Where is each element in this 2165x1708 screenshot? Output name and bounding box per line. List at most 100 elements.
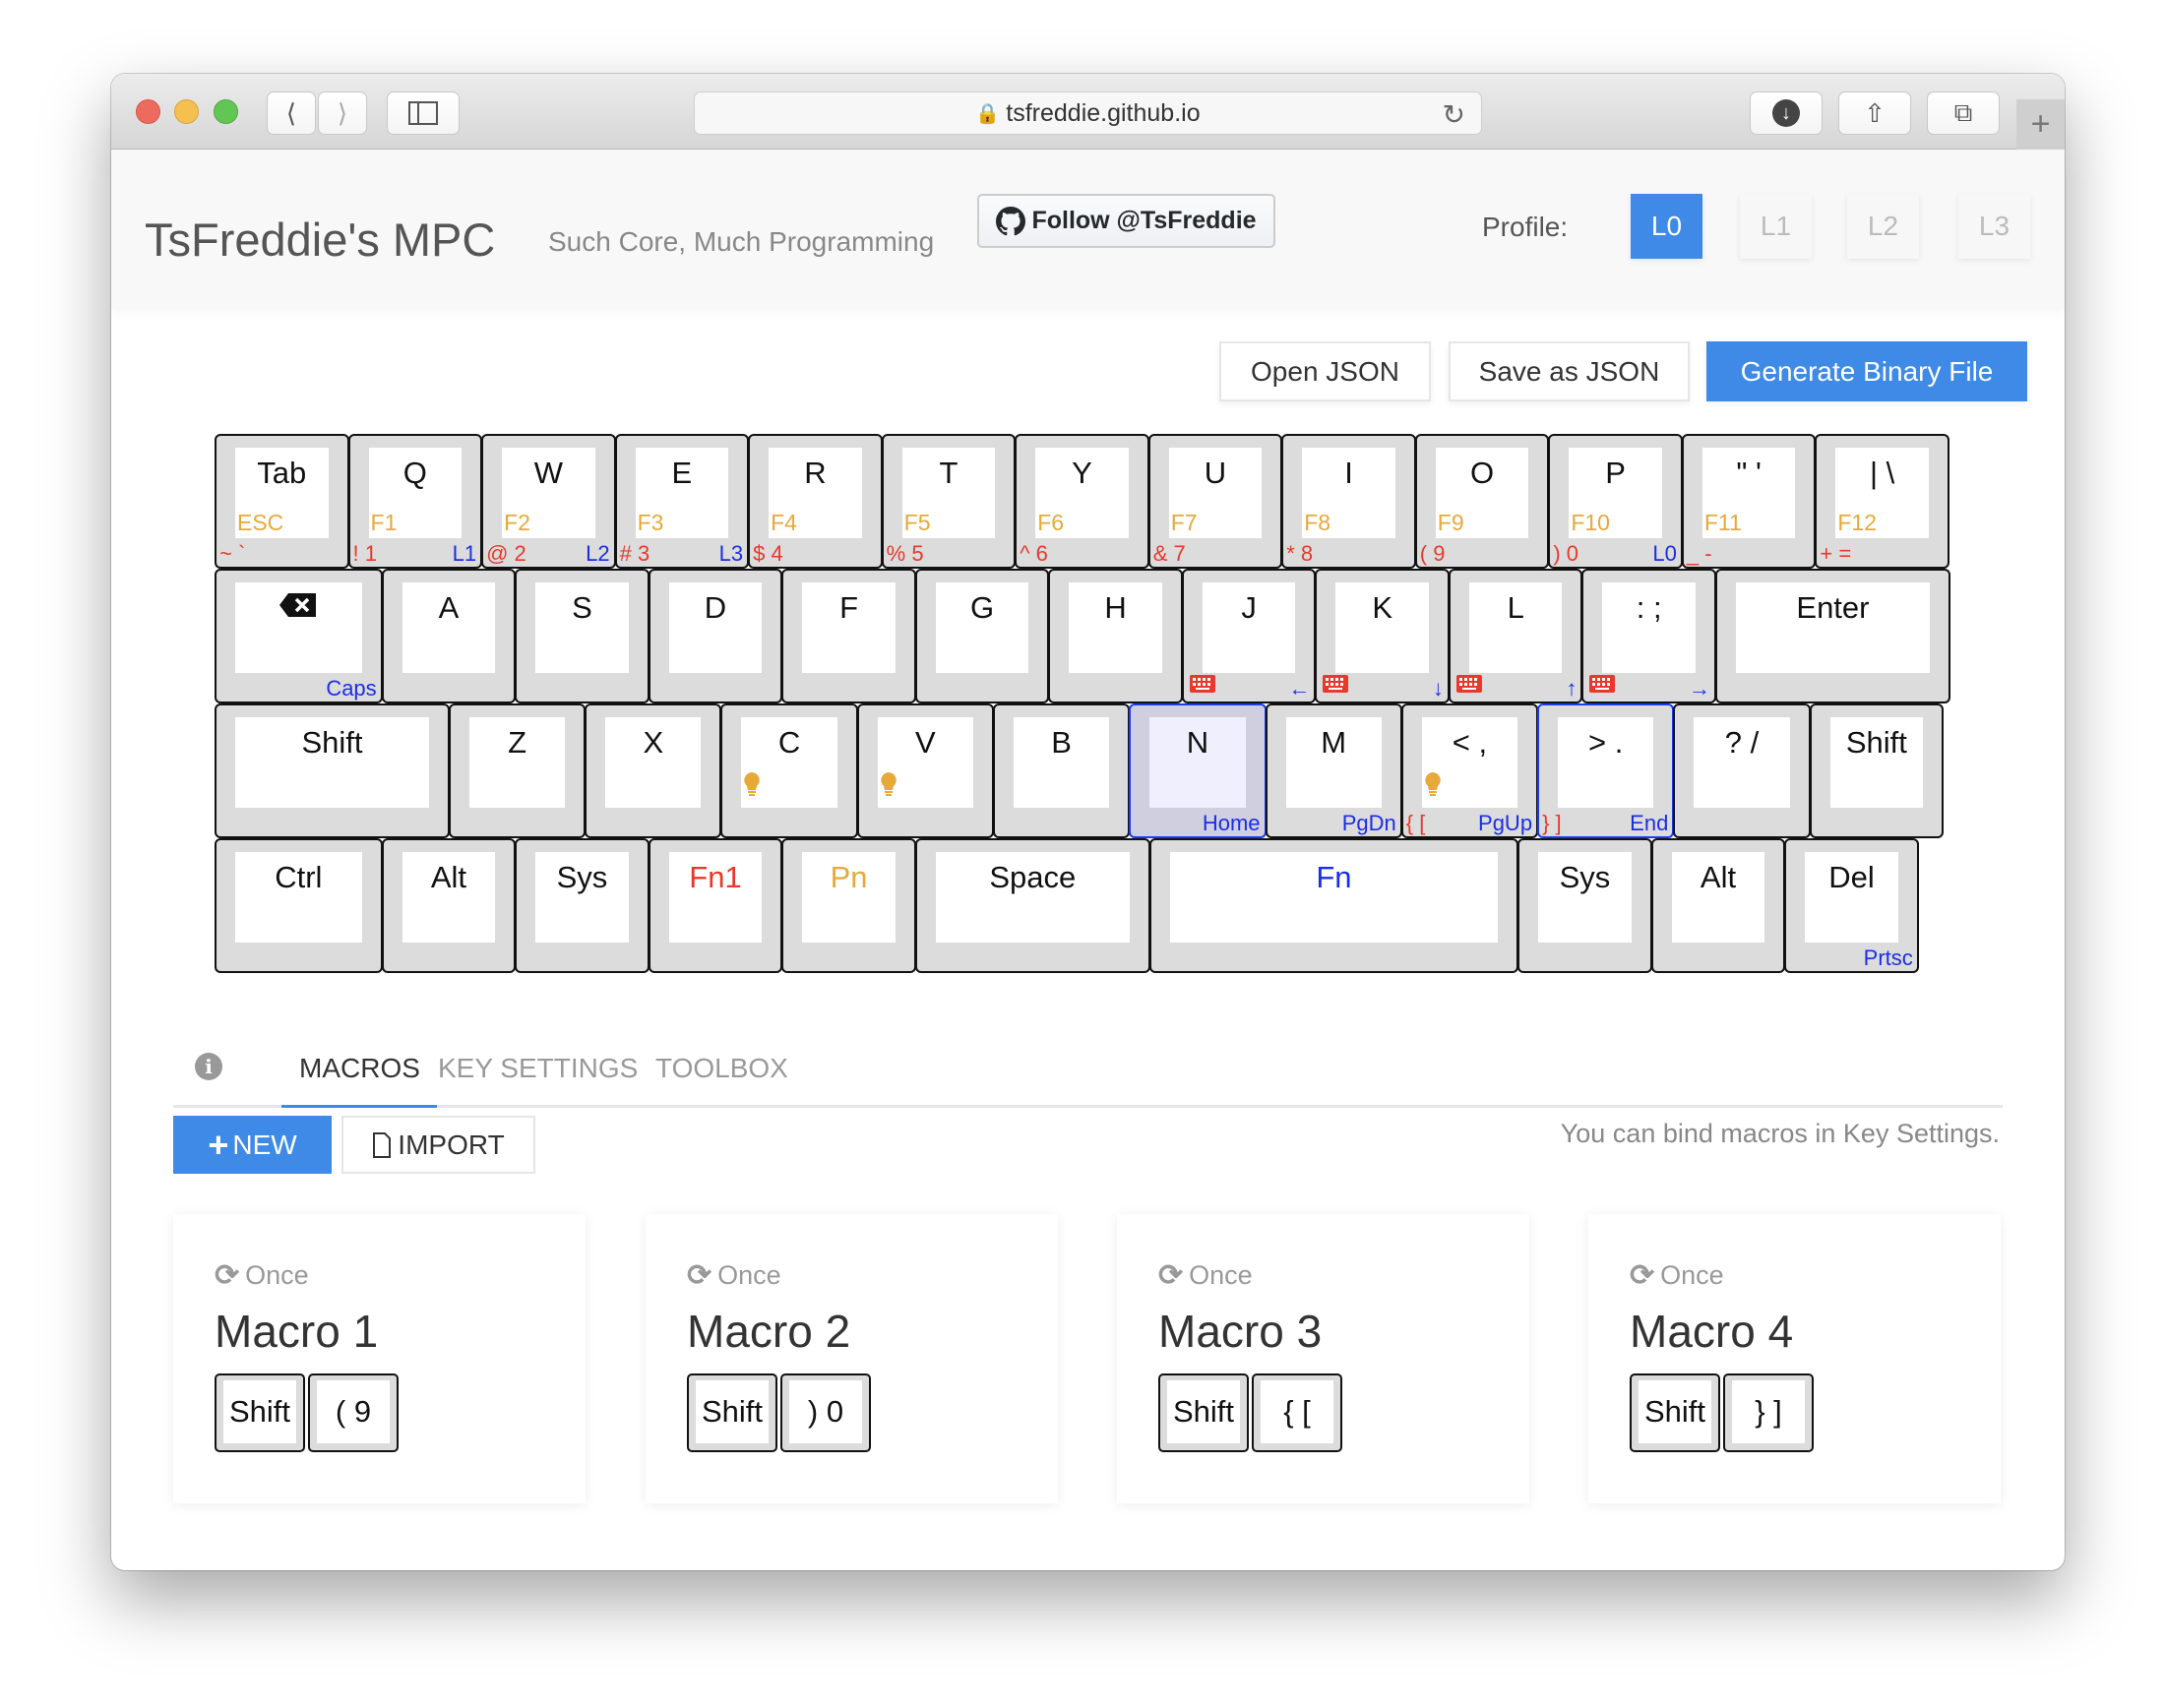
key-symbol[interactable]: : ; → (1581, 569, 1716, 703)
key-b[interactable]: B (993, 703, 1131, 838)
key-face: E F3 (635, 448, 729, 538)
tab-toolbox[interactable]: TOOLBOX (655, 1053, 788, 1084)
profile-label: Profile: (1482, 212, 1569, 242)
key-z[interactable]: Z (448, 703, 587, 838)
key-shift[interactable]: Shift (215, 703, 450, 838)
profile-l1-button[interactable]: L1 (1740, 194, 1812, 259)
key-y[interactable]: Y F6 ^ 6 (1015, 434, 1149, 569)
key-h[interactable]: H (1048, 569, 1183, 703)
downloads-button[interactable]: ↓ (1750, 92, 1823, 135)
key-f[interactable]: F (781, 569, 916, 703)
key-fn[interactable]: Fn (1148, 838, 1519, 973)
tab-macros[interactable]: MACROS (299, 1053, 420, 1084)
key-a[interactable]: A (381, 569, 517, 703)
open-json-button[interactable]: Open JSON (1219, 341, 1431, 401)
macro-key[interactable]: } ] (1723, 1373, 1814, 1452)
address-bar[interactable]: 🔒 tsfreddie.github.io ↻ (694, 92, 1482, 135)
key-w[interactable]: W F2 @ 2 L2 (481, 434, 616, 569)
tabs-overview-button[interactable]: ⧉ (1927, 92, 2000, 135)
key-symbol[interactable]: ? / (1673, 703, 1811, 838)
key-sys[interactable]: Sys (1517, 838, 1652, 973)
key-symbol[interactable]: | \ F12 + = (1815, 434, 1949, 569)
key-p[interactable]: P F10) 0 L0 (1548, 434, 1683, 569)
tab-key-settings[interactable]: KEY SETTINGS (438, 1053, 638, 1084)
key-x[interactable]: X (585, 703, 722, 838)
key-tab[interactable]: Tab ESC ~ ` (215, 434, 349, 569)
key-v[interactable]: V (856, 703, 994, 838)
info-icon[interactable]: i (195, 1053, 222, 1080)
key-k[interactable]: K ↓ (1315, 569, 1450, 703)
key-j[interactable]: J ← (1181, 569, 1317, 703)
key-face: | \ F12 (1835, 448, 1929, 538)
key-fn-legend: F3 (637, 510, 664, 535)
key-alt[interactable]: Alt (1650, 838, 1786, 973)
profile-l0-button[interactable]: L0 (1631, 194, 1702, 259)
macro-key[interactable]: { [ (1252, 1373, 1342, 1452)
key-c[interactable]: C (720, 703, 858, 838)
macro-key[interactable]: Shift (687, 1373, 777, 1452)
app-header: TsFreddie's MPC Such Core, Much Programm… (111, 150, 2065, 308)
key-g[interactable]: G (914, 569, 1050, 703)
key-face: Shift (1829, 717, 1924, 808)
profile-l2-button[interactable]: L2 (1847, 194, 1919, 259)
key-m[interactable]: M PgDn (1265, 703, 1402, 838)
key-l[interactable]: L ↑ (1448, 569, 1583, 703)
macro-mode-label: Once (245, 1260, 309, 1290)
back-button[interactable]: ⟨ (267, 92, 316, 135)
key-i[interactable]: I F8 * 8 (1281, 434, 1416, 569)
follow-button[interactable]: Follow @TsFreddie (977, 194, 1275, 248)
macro-key[interactable]: Shift (215, 1373, 305, 1452)
key-u[interactable]: U F7 & 7 (1147, 434, 1283, 569)
macro-key-label: Shift (223, 1380, 296, 1443)
new-macro-button[interactable]: + NEW (173, 1116, 332, 1174)
key-ctrl[interactable]: Ctrl (215, 838, 383, 973)
key-fn1[interactable]: Fn1 (648, 838, 783, 973)
app-subtitle: Such Core, Much Programming (548, 226, 935, 257)
key-pn[interactable]: Pn (781, 838, 916, 973)
key-symbol[interactable]: > .} ] End (1537, 703, 1675, 838)
maximize-window-button[interactable] (214, 99, 238, 124)
key-e[interactable]: E F3 # 3 L3 (614, 434, 750, 569)
key-sys[interactable]: Sys (515, 838, 650, 973)
key-enter[interactable]: Enter (1714, 569, 1950, 703)
key-d[interactable]: D (648, 569, 783, 703)
macro-key[interactable]: Shift (1630, 1373, 1720, 1452)
key-o[interactable]: O F9 ( 9 (1414, 434, 1550, 569)
macro-card[interactable]: ⟳ Once Macro 2 Shift) 0 (646, 1214, 1058, 1503)
key-space[interactable]: Space (914, 838, 1150, 973)
generate-binary-button[interactable]: Generate Binary File (1706, 341, 2027, 401)
key-r[interactable]: R F4 $ 4 (748, 434, 883, 569)
share-button[interactable]: ⇧ (1838, 92, 1911, 135)
key-alt[interactable]: Alt (381, 838, 517, 973)
key-shift[interactable]: Shift (1809, 703, 1945, 838)
save-json-button[interactable]: Save as JSON (1449, 341, 1690, 401)
key-s[interactable]: S (515, 569, 650, 703)
macro-key[interactable]: Shift (1158, 1373, 1249, 1452)
import-macro-button[interactable]: IMPORT (341, 1116, 535, 1174)
close-window-button[interactable] (136, 99, 160, 124)
macro-card[interactable]: ⟳ Once Macro 1 Shift ( 9 (173, 1214, 586, 1503)
key-n[interactable]: N Home (1129, 703, 1267, 838)
macro-card[interactable]: ⟳ Once Macro 3 Shift { [ (1117, 1214, 1529, 1503)
key-face: B (1014, 717, 1110, 808)
macro-key[interactable]: ) 0 (780, 1373, 871, 1452)
sidebar-toggle-button[interactable] (387, 92, 460, 135)
key-backspace-icon[interactable]: Caps (215, 569, 383, 703)
reload-icon[interactable]: ↻ (1443, 98, 1465, 131)
macro-card[interactable]: ⟳ Once Macro 4 Shift} ] (1588, 1214, 2001, 1503)
key-face: J (1202, 582, 1296, 673)
macro-key[interactable]: ( 9 (308, 1373, 399, 1452)
new-tab-button[interactable]: + (2016, 99, 2065, 150)
key-t[interactable]: T F5 % 5 (881, 434, 1017, 569)
minimize-window-button[interactable] (174, 99, 199, 124)
key-del[interactable]: Del Prtsc (1784, 838, 1919, 973)
key-symbol[interactable]: < , { [PgUp (1400, 703, 1539, 838)
profile-l3-button[interactable]: L3 (1958, 194, 2030, 259)
key-symbol[interactable]: " ' F11 _ - (1681, 434, 1817, 569)
forward-button[interactable]: ⟩ (318, 92, 367, 135)
macro-keys: Shift ( 9 (215, 1373, 399, 1452)
key-fn-legend: F2 (504, 510, 530, 535)
macro-key-label: Shift (1167, 1380, 1240, 1443)
macro-key-label: ) 0 (789, 1380, 862, 1443)
key-q[interactable]: Q F1 ! 1 L1 (347, 434, 483, 569)
